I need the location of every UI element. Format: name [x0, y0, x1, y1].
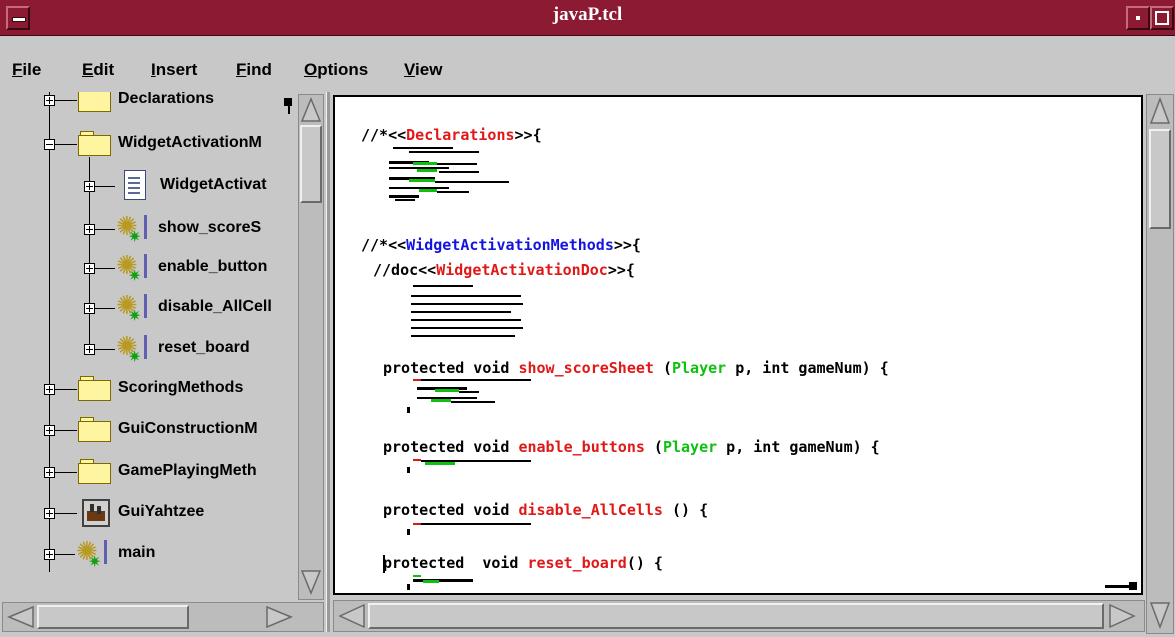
- menu-view[interactable]: View: [404, 60, 442, 80]
- tree-scroll-thumb[interactable]: [300, 125, 322, 203]
- scroll-up-arrow[interactable]: [1149, 97, 1171, 125]
- tree-item-game-playing[interactable]: GamePlayingMeth: [118, 462, 257, 480]
- collapse-toggle[interactable]: [44, 139, 55, 150]
- expand-toggle[interactable]: [44, 425, 55, 436]
- code-editor[interactable]: //*<<Declarations>>{ //*<<WidgetActivati…: [333, 95, 1143, 595]
- expand-toggle[interactable]: [84, 263, 95, 274]
- menu-edit[interactable]: Edit: [82, 60, 114, 80]
- menu-file[interactable]: File: [12, 60, 41, 80]
- window-title: javaP.tcl: [552, 4, 623, 25]
- tree-hscroll-thumb[interactable]: [37, 605, 189, 629]
- code-line-enable-buttons: protected void enable_buttons (Player p,…: [383, 438, 880, 456]
- editor-scroll-thumb[interactable]: [1149, 129, 1171, 229]
- application-icon: [82, 499, 110, 527]
- tree-vertical-scrollbar[interactable]: [298, 94, 324, 600]
- expand-toggle[interactable]: [44, 549, 55, 560]
- tree-connector: [55, 100, 77, 101]
- folder-icon: [78, 417, 112, 443]
- method-gear-icon: ✺ ✷: [114, 212, 152, 246]
- tree-connector: [55, 554, 75, 555]
- tree-item-declarations[interactable]: Declarations: [118, 92, 214, 108]
- tree-item-widget-activation-doc[interactable]: WidgetActivat: [160, 176, 267, 194]
- scroll-right-arrow[interactable]: [1108, 603, 1136, 629]
- editor-vertical-scrollbar[interactable]: [1146, 94, 1174, 634]
- scroll-down-arrow[interactable]: [1149, 601, 1171, 629]
- menu-options[interactable]: Options: [304, 60, 368, 80]
- expand-toggle[interactable]: [84, 344, 95, 355]
- maximize-button[interactable]: [1150, 6, 1174, 30]
- tree-guide-line: [49, 92, 50, 572]
- code-line-declarations: //*<<Declarations>>{: [361, 126, 542, 144]
- collapsed-doc-preview: [411, 285, 523, 337]
- code-line-reset-board: protected void reset_board() {: [383, 554, 663, 572]
- expand-toggle[interactable]: [44, 95, 55, 106]
- document-icon: [124, 170, 146, 200]
- method-gear-icon: ✺ ✷: [114, 251, 152, 285]
- code-line-doc: //doc<<WidgetActivationDoc>>{: [373, 261, 635, 279]
- code-line-widget-activation-methods: //*<<WidgetActivationMethods>>{: [361, 236, 641, 254]
- tree-connector: [55, 430, 77, 431]
- tree-connector: [55, 144, 77, 145]
- tree-connector: [95, 349, 115, 350]
- editor-hscroll-thumb[interactable]: [368, 603, 1104, 629]
- outline-tree: Declarations WidgetActivationM WidgetAct…: [8, 92, 298, 595]
- folder-icon: [78, 131, 112, 157]
- expand-toggle[interactable]: [44, 508, 55, 519]
- tree-connector: [95, 186, 115, 187]
- tree-connector: [55, 513, 77, 514]
- code-line-show-scoresheet: protected void show_scoreSheet (Player p…: [383, 359, 889, 377]
- tree-item-show-scoresheet[interactable]: show_scoreS: [158, 219, 261, 237]
- scroll-left-arrow[interactable]: [7, 605, 35, 629]
- folder-icon: [78, 376, 112, 402]
- minimize-button[interactable]: [1126, 6, 1150, 30]
- collapsed-code-preview: [389, 147, 509, 201]
- expand-toggle[interactable]: [84, 181, 95, 192]
- method-gear-icon: ✺ ✷: [114, 291, 152, 325]
- tree-connector: [95, 229, 115, 230]
- scroll-left-arrow[interactable]: [338, 603, 366, 629]
- folder-icon: [78, 92, 112, 113]
- editor-end-marker-box: [1129, 582, 1137, 590]
- collapsed-method-body: [407, 523, 531, 535]
- expand-toggle[interactable]: [44, 384, 55, 395]
- expand-toggle[interactable]: [84, 303, 95, 314]
- tree-item-main[interactable]: main: [118, 544, 155, 562]
- tree-item-gui-yahtzee[interactable]: GuiYahtzee: [118, 503, 204, 521]
- tree-item-enable-buttons[interactable]: enable_button: [158, 258, 267, 276]
- folder-icon: [78, 459, 112, 485]
- scroll-up-arrow[interactable]: [300, 97, 322, 123]
- tree-connector: [95, 308, 115, 309]
- tree-item-widget-activation[interactable]: WidgetActivationM: [118, 134, 262, 152]
- method-gear-icon: ✺ ✷: [74, 537, 112, 571]
- collapsed-method-body: [407, 575, 473, 590]
- scroll-down-arrow[interactable]: [300, 569, 322, 595]
- scroll-right-arrow[interactable]: [265, 605, 293, 629]
- menu-bar: File Edit Insert Find Options View: [0, 36, 1175, 90]
- title-bar: javaP.tcl: [0, 0, 1175, 36]
- menu-find[interactable]: Find: [236, 60, 272, 80]
- method-gear-icon: ✺ ✷: [114, 332, 152, 366]
- pane-splitter[interactable]: [326, 92, 330, 632]
- code-line-disable-allcells: protected void disable_AllCells () {: [383, 501, 709, 519]
- tree-item-disable-allcells[interactable]: disable_AllCell: [158, 298, 272, 316]
- tree-connector: [55, 472, 77, 473]
- menu-insert[interactable]: Insert: [151, 60, 197, 80]
- tree-item-scoring-methods[interactable]: ScoringMethods: [118, 379, 243, 397]
- collapsed-method-body: [407, 379, 531, 413]
- editor-horizontal-scrollbar[interactable]: [333, 600, 1145, 632]
- tree-horizontal-scrollbar[interactable]: [2, 602, 324, 632]
- tree-item-gui-construction[interactable]: GuiConstructionM: [118, 420, 258, 438]
- tree-item-reset-board[interactable]: reset_board: [158, 339, 250, 357]
- expand-toggle[interactable]: [84, 224, 95, 235]
- tree-marker-stem: [288, 102, 290, 114]
- collapsed-method-body: [407, 459, 531, 473]
- tree-connector: [95, 268, 115, 269]
- tree-connector: [55, 389, 77, 390]
- expand-toggle[interactable]: [44, 467, 55, 478]
